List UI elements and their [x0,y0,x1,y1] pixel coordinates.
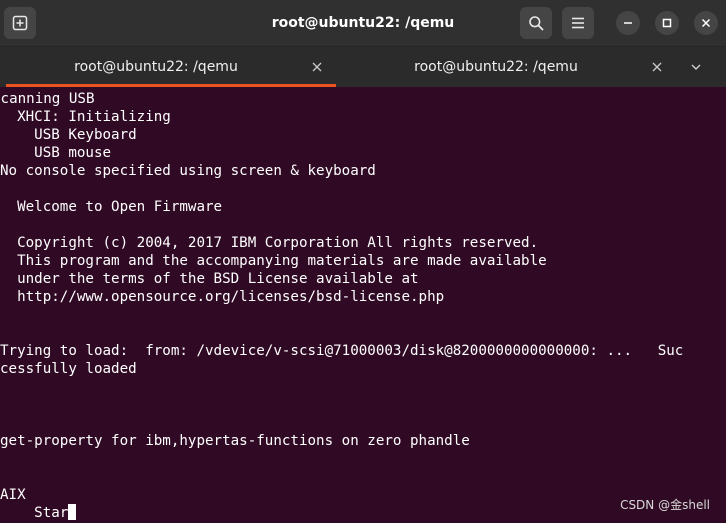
search-icon [529,16,544,31]
terminal-line-text: Star [0,505,69,521]
tab-label: root@ubuntu22: /qemu [414,59,578,75]
active-tab-indicator [6,84,336,87]
terminal-line: http://www.opensource.org/licenses/bsd-l… [0,289,445,305]
tab-terminal-1[interactable]: root@ubuntu22: /qemu [6,47,336,87]
text-cursor [68,504,77,520]
window-title: root@ubuntu22: /qemu [271,15,455,31]
terminal-line: Copyright (c) 2004, 2017 IBM Corporation… [0,235,539,251]
chevron-down-icon [691,64,701,70]
terminal-prompt-line: Star [0,504,77,522]
new-tab-icon [12,15,28,31]
hamburger-menu-icon [572,17,584,29]
terminal-line: Trying to load: from: /vdevice/v-scsi@71… [0,343,684,359]
menu-button[interactable] [562,7,594,39]
close-icon [701,18,711,28]
tabs-dropdown-button[interactable] [676,47,716,87]
terminal-line: Scanning USB [0,91,95,107]
new-tab-button[interactable] [4,7,36,39]
terminal-line: AIX [0,487,26,503]
terminal-line: Welcome to Open Firmware [0,199,223,215]
tab-label: root@ubuntu22: /qemu [74,59,238,75]
minimize-button[interactable] [616,11,640,35]
terminal-line: cessfully loaded [0,361,137,377]
terminal-line: XHCI: Initializing [0,109,171,125]
search-button[interactable] [520,7,552,39]
maximize-icon [662,18,672,28]
terminal-line: get-property for ibm,hypertas-functions … [0,433,470,449]
terminal-line: This program and the accompanying materi… [0,253,547,269]
terminal-line: USB Keyboard [0,127,137,143]
tab-close-icon[interactable] [311,61,323,73]
maximize-button[interactable] [655,11,679,35]
header-bar: root@ubuntu22: /qemu [0,0,726,47]
terminal-line: No console specified using screen & keyb… [0,163,376,179]
tab-close-icon[interactable] [651,61,663,73]
terminal-line: under the terms of the BSD License avail… [0,271,419,287]
watermark: CSDN @金shell [620,498,710,512]
minimize-icon [624,22,632,24]
terminal-line: USB mouse [0,145,112,161]
close-window-button[interactable] [694,11,718,35]
tab-bar: root@ubuntu22: /qemu root@ubuntu22: /qem… [0,47,726,87]
terminal-output[interactable]: Scanning USB XHCI: Initializing USB Keyb… [0,88,726,523]
tab-terminal-2[interactable]: root@ubuntu22: /qemu [346,47,676,87]
